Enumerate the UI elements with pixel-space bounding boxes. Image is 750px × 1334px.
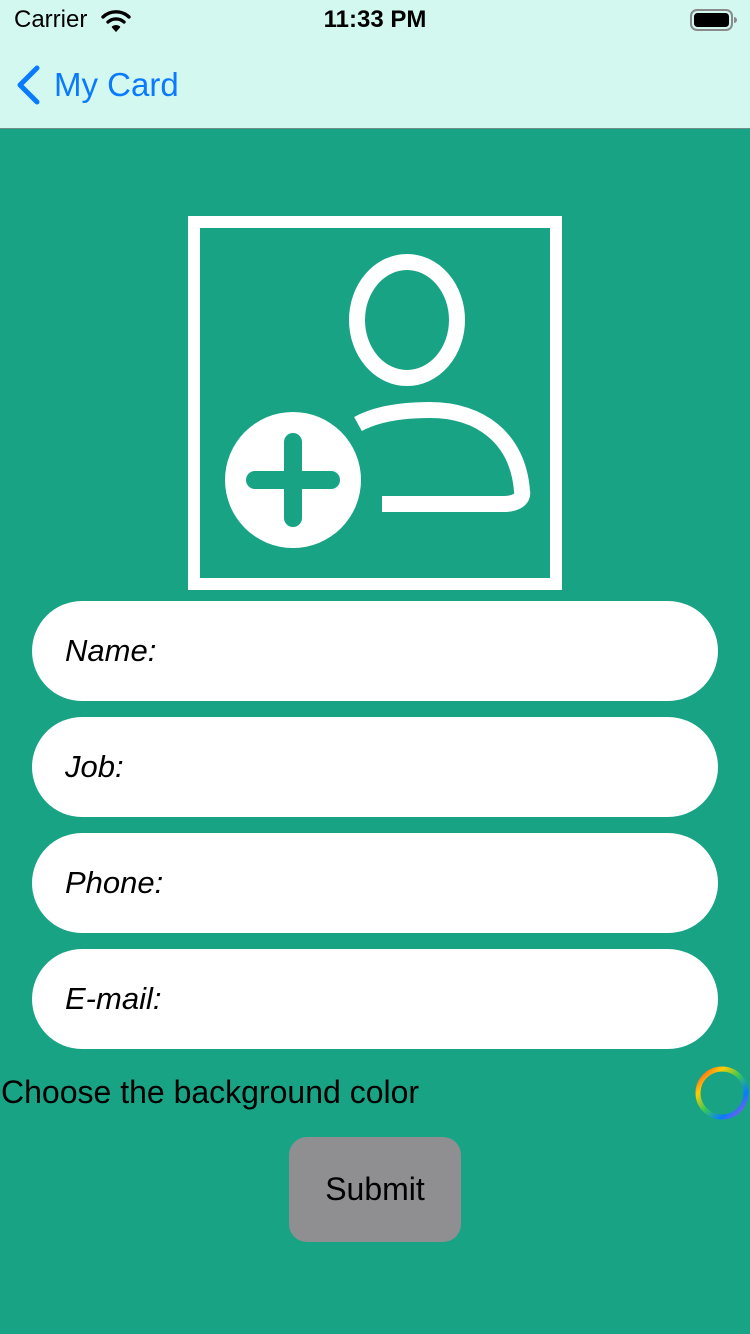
back-button-label: My Card (54, 66, 179, 103)
submit-button[interactable]: Submit (289, 1137, 461, 1242)
background-color-label: Choose the background color (1, 1074, 420, 1110)
phone-input[interactable] (65, 865, 685, 901)
chevron-left-icon (14, 64, 44, 106)
phone-field[interactable] (32, 833, 718, 933)
status-bar: Carrier 11:33 PM (0, 0, 750, 42)
color-wheel-icon[interactable] (694, 1065, 750, 1121)
add-person-icon (225, 254, 531, 548)
job-field[interactable] (32, 717, 718, 817)
avatar-button[interactable] (188, 216, 562, 590)
name-input[interactable] (65, 633, 685, 669)
email-input[interactable] (65, 981, 685, 1017)
email-field[interactable] (32, 949, 718, 1049)
navigation-header: Carrier 11:33 PM My Card (0, 0, 750, 129)
battery-icon (690, 9, 738, 31)
status-time: 11:33 PM (323, 6, 427, 33)
name-field[interactable] (32, 601, 718, 701)
back-button[interactable]: My Card (14, 62, 179, 108)
job-input[interactable] (65, 749, 685, 785)
